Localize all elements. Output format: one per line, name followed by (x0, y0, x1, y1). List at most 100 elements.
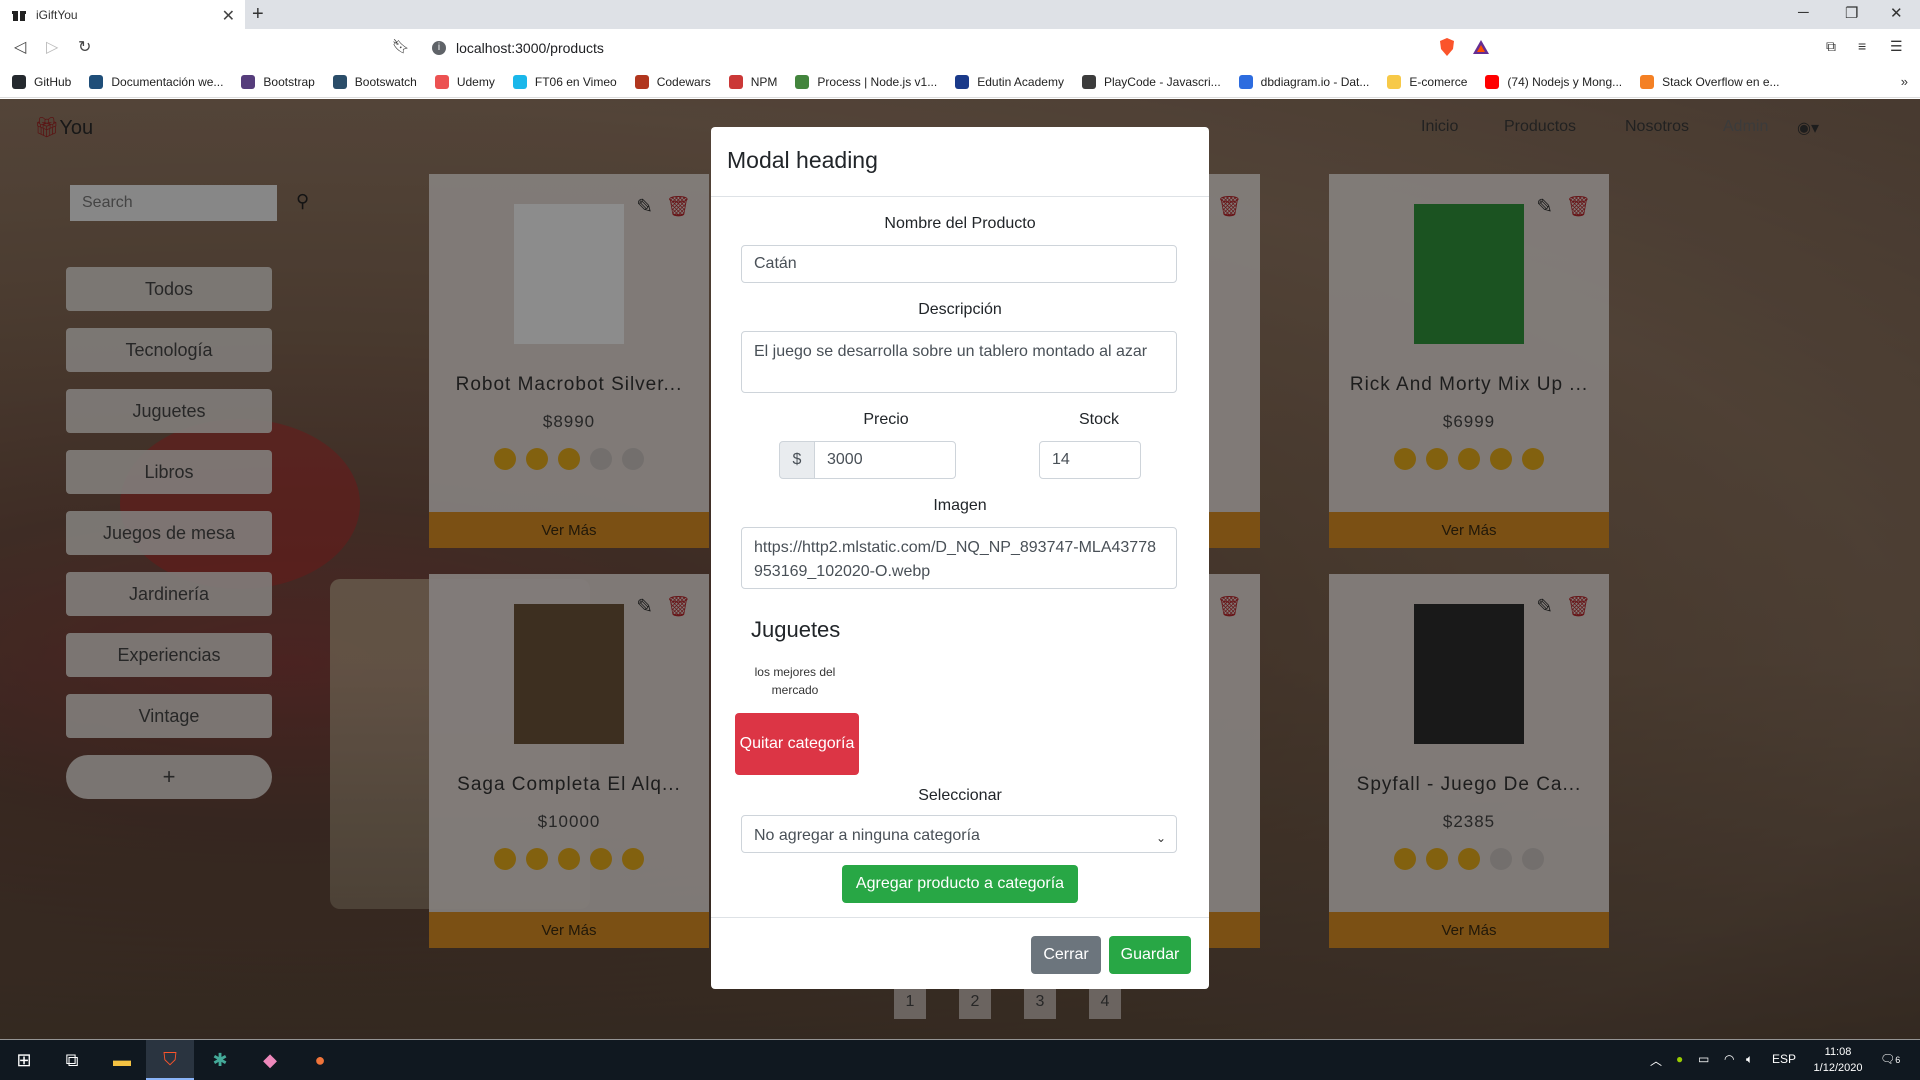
bookmark-item[interactable]: GitHub (12, 74, 71, 89)
image-label: Imagen (933, 497, 987, 514)
bookmark-favicon-icon (1387, 74, 1402, 89)
stock-input[interactable] (1039, 441, 1141, 479)
bookmark-label: PlayCode - Javascri... (1103, 74, 1221, 89)
tray-app-icon[interactable]: ● (1676, 1052, 1683, 1066)
windows-start-icon[interactable]: ⊞ (0, 1040, 48, 1080)
media-icon[interactable]: ≡ (1858, 38, 1866, 54)
category-title: Juguetes (751, 617, 841, 642)
file-explorer-icon[interactable]: ▬ (98, 1040, 146, 1080)
bookmarks-overflow-icon[interactable]: » (1901, 74, 1908, 89)
url-text: localhost:3000/products (456, 39, 604, 56)
brave-rewards-icon[interactable] (1472, 38, 1490, 56)
bookmark-item[interactable]: dbdiagram.io - Dat... (1238, 74, 1370, 89)
site-info-icon[interactable]: i (432, 40, 446, 55)
tab-strip: iGiftYou ✕ + ─ ❐ ✕ (0, 0, 1920, 29)
brave-browser-icon[interactable]: ⛉ (146, 1040, 194, 1080)
description-label: Descripción (918, 301, 1002, 318)
battery-icon[interactable]: ▭ (1698, 1052, 1709, 1066)
language-indicator[interactable]: ESP (1772, 1052, 1796, 1066)
bookmark-favicon-icon (728, 74, 743, 89)
bookmark-item[interactable]: PlayCode - Javascri... (1081, 74, 1221, 89)
minimize-icon[interactable]: ─ (1798, 4, 1809, 21)
bookmark-favicon-icon (89, 74, 104, 89)
bookmark-label: Bootswatch (354, 74, 417, 89)
chevron-down-icon: ⌄ (1155, 831, 1166, 845)
modal-footer: Cerrar Guardar (711, 917, 1209, 989)
bookmark-favicon-icon (634, 74, 649, 89)
bookmark-label: FT06 en Vimeo (534, 74, 617, 89)
bookmark-item[interactable]: Edutin Academy (955, 74, 1064, 89)
bookmark-item[interactable]: (74) Nodejs y Mong... (1485, 74, 1623, 89)
close-tab-icon[interactable]: ✕ (222, 6, 235, 26)
name-label: Nombre del Producto (884, 215, 1036, 232)
postman-icon[interactable]: ● (296, 1040, 344, 1080)
bookmark-favicon-icon (955, 74, 970, 89)
bookmark-item[interactable]: Udemy (434, 74, 495, 89)
remove-category-button[interactable]: Quitar categoría (735, 713, 859, 775)
bookmark-item[interactable]: Process | Node.js v1... (795, 74, 938, 89)
bookmark-label: dbdiagram.io - Dat... (1260, 74, 1370, 89)
product-name-input[interactable] (741, 245, 1177, 283)
bookmark-favicon-icon (12, 74, 26, 89)
save-button[interactable]: Guardar (1109, 936, 1191, 974)
bookmark-favicon-icon (434, 74, 449, 89)
price-label: Precio (863, 411, 909, 428)
category-select[interactable]: No agregar a ninguna categoría ⌄ (741, 815, 1177, 853)
bookmark-favicon-icon (241, 74, 256, 89)
address-bar[interactable]: i localhost:3000/products (418, 33, 1498, 62)
back-icon[interactable]: ◁ (14, 37, 26, 57)
bookmark-icon[interactable]: 🔖︎ (392, 38, 410, 55)
modal-title: Modal heading (711, 127, 1209, 197)
bookmark-label: Bootstrap (263, 74, 315, 89)
wifi-icon[interactable]: ◠ (1724, 1052, 1734, 1066)
task-view-icon[interactable]: ⧉ (48, 1040, 96, 1080)
bookmarks-bar: GitHub Documentación we... Bootstrap Bootsw… (0, 66, 1920, 98)
bookmark-item[interactable]: E-comerce (1387, 74, 1467, 89)
bookmark-item[interactable]: Bootstrap (241, 74, 315, 89)
close-button[interactable]: Cerrar (1031, 936, 1101, 974)
browser-toolbar: ◁ ▷ ↻ 🔖︎ i localhost:3000/products ⧉ ≡ ☰ (0, 29, 1920, 66)
currency-addon: $ (779, 441, 815, 479)
bookmark-favicon-icon (1485, 74, 1500, 89)
extensions-icon[interactable]: ⧉ (1826, 38, 1836, 55)
category-description: los mejores del mercado (754, 665, 836, 697)
bookmark-item[interactable]: NPM (728, 74, 778, 89)
brave-shield-icon[interactable] (1438, 37, 1456, 57)
notifications-icon[interactable]: 🗨︎6 (1880, 1052, 1900, 1066)
bookmark-label: NPM (750, 74, 778, 89)
volume-icon[interactable]: 🔈︎ (1746, 1052, 1753, 1067)
tray-expand-icon[interactable]: ︿ (1650, 1052, 1662, 1069)
bookmark-item[interactable]: Stack Overflow en e... (1640, 74, 1780, 89)
image-url-textarea[interactable]: https://http2.mlstatic.com/D_NQ_NP_89374… (741, 527, 1177, 589)
edit-product-modal: Modal heading Nombre del Producto Descri… (711, 127, 1209, 989)
bookmark-favicon-icon (1640, 74, 1655, 89)
new-tab-icon[interactable]: + (252, 3, 264, 26)
bookmark-label: Codewars (656, 74, 711, 89)
forward-icon[interactable]: ▷ (46, 37, 58, 57)
bookmark-item[interactable]: Codewars (634, 74, 711, 89)
reload-icon[interactable]: ↻ (78, 37, 91, 57)
menu-icon[interactable]: ☰ (1890, 38, 1903, 55)
bookmark-item[interactable]: FT06 en Vimeo (512, 74, 617, 89)
restore-icon[interactable]: ❐ (1845, 4, 1858, 22)
price-input[interactable] (814, 441, 956, 479)
window-close-icon[interactable]: ✕ (1890, 4, 1903, 22)
bookmark-label: Stack Overflow en e... (1662, 74, 1780, 89)
bookmark-item[interactable]: Documentación we... (89, 74, 224, 89)
bookmark-label: Process | Node.js v1... (817, 74, 938, 89)
bookmark-label: Documentación we... (111, 74, 224, 89)
add-to-category-button[interactable]: Agregar producto a categoría (842, 865, 1078, 903)
bookmark-label: (74) Nodejs y Mong... (1507, 74, 1623, 89)
select-label: Seleccionar (918, 787, 1002, 804)
bookmark-item[interactable]: Bootswatch (332, 74, 417, 89)
clock-time: 11:08 (1824, 1046, 1852, 1058)
bookmark-favicon-icon (512, 74, 527, 89)
browser-tab[interactable]: iGiftYou ✕ (0, 0, 245, 29)
slack-icon[interactable]: ✱ (196, 1040, 244, 1080)
description-textarea[interactable]: El juego se desarrolla sobre un tablero … (741, 331, 1177, 393)
clock-date: 1/12/2020 (1813, 1062, 1863, 1074)
tab-title: iGiftYou (36, 7, 78, 22)
clock[interactable]: 11:08 1/12/2020 (1808, 1044, 1868, 1076)
category-select-value: No agregar a ninguna categoría (754, 827, 980, 844)
gitkraken-icon[interactable]: ◆ (246, 1040, 294, 1080)
